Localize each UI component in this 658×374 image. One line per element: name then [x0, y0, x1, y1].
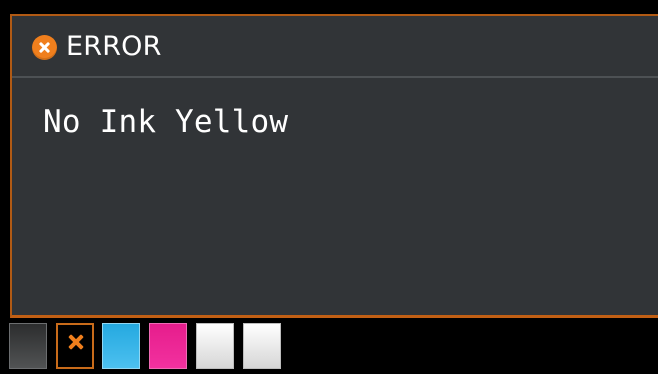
error-icon: [32, 35, 57, 60]
error-panel: ERROR No Ink Yellow: [10, 14, 658, 318]
ink-error-x-icon: [67, 333, 85, 351]
error-message: No Ink Yellow: [43, 104, 289, 140]
ink-cartridge-white-1: [196, 323, 234, 369]
ink-cartridge-magenta: [149, 323, 187, 369]
ink-status-bar: [0, 318, 658, 374]
ink-cartridge-yellow-error: [56, 323, 94, 369]
printer-status-screen: ERROR No Ink Yellow: [0, 0, 658, 374]
error-title: ERROR: [66, 31, 162, 62]
error-header: ERROR: [12, 16, 658, 78]
ink-cartridge-black: [9, 323, 47, 369]
ink-cartridge-cyan: [102, 323, 140, 369]
ink-cartridge-white-2: [243, 323, 281, 369]
